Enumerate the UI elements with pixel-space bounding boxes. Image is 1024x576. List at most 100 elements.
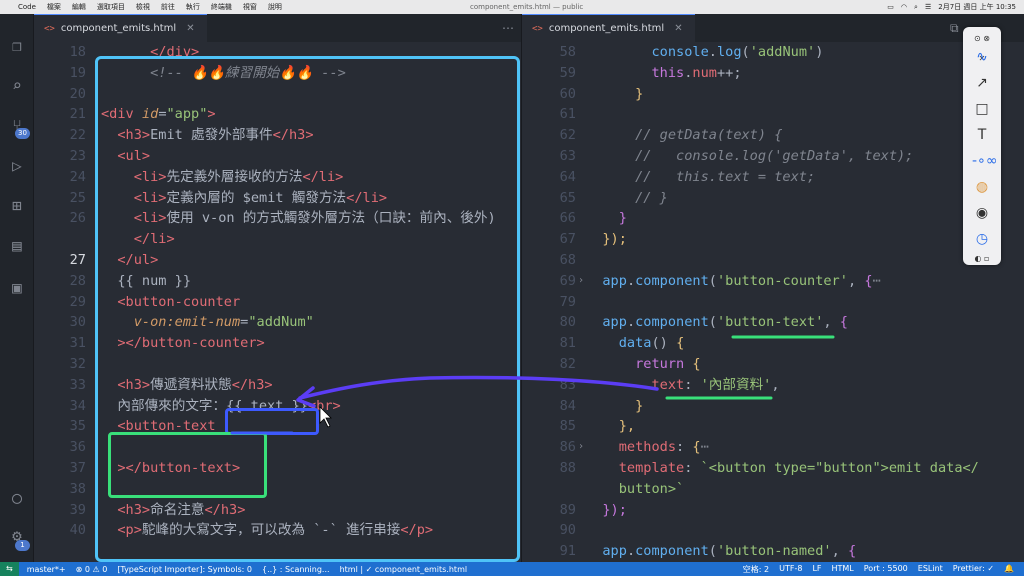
menu-item-view[interactable]: 檢視: [136, 2, 150, 12]
code-line[interactable]: 63 // console.log('getData', text);: [522, 146, 1024, 167]
code-line[interactable]: 82 return {: [522, 354, 1024, 375]
code-line[interactable]: 37 ></button-text>: [34, 458, 521, 479]
split-editor-icon[interactable]: ⧉: [950, 21, 959, 36]
code-line[interactable]: </li>: [34, 229, 521, 250]
code-line[interactable]: 91 app.component('button-named', {: [522, 541, 1024, 562]
menu-item-edit[interactable]: 編輯: [72, 2, 86, 12]
code-line[interactable]: 18 </div>: [34, 42, 521, 63]
code-line[interactable]: 26 <li>使用 v-on 的方式觸發外層方法（口訣：前內、後外): [34, 208, 521, 229]
indentation-setting[interactable]: 空格: 2: [743, 564, 769, 575]
pen-tool-icon[interactable]: ∿: [972, 47, 992, 67]
toolbar-footer-icon[interactable]: ◐ ▫: [972, 249, 992, 269]
text-tool-icon[interactable]: T: [972, 125, 992, 145]
control-center-icon[interactable]: ☰: [925, 3, 931, 11]
code-line[interactable]: 64 // this.text = text;: [522, 167, 1024, 188]
menu-item-run[interactable]: 執行: [186, 2, 200, 12]
code-line[interactable]: 31 ></button-counter>: [34, 333, 521, 354]
language-mode[interactable]: HTML: [832, 564, 854, 575]
ts-importer-status[interactable]: [TypeScript Importer]: Symbols: 0: [117, 565, 252, 574]
wifi-icon[interactable]: ◠: [901, 3, 907, 11]
code-line[interactable]: 36: [34, 437, 521, 458]
code-line[interactable]: 90: [522, 520, 1024, 541]
menu-item-help[interactable]: 說明: [268, 2, 282, 12]
code-line[interactable]: 83 text: '內部資料',: [522, 375, 1024, 396]
live-server-port[interactable]: Port : 5500: [864, 564, 908, 575]
code-line[interactable]: button>`: [522, 479, 1024, 500]
code-line[interactable]: 40 <p>駝峰的大寫文字，可以改為 `-` 進行串接</p>: [34, 520, 521, 541]
code-editor-left[interactable]: 18 </div> 19 <!-- 🔥🔥練習開始🔥🔥 --> 20 21 <div id…: [34, 42, 521, 541]
code-line[interactable]: 59 this.num++;: [522, 63, 1024, 84]
encoding-setting[interactable]: UTF-8: [779, 564, 802, 575]
code-line[interactable]: 84 }: [522, 396, 1024, 417]
extensions-icon[interactable]: ⊞: [7, 196, 27, 216]
code-line[interactable]: 89 });: [522, 500, 1024, 521]
explorer-icon[interactable]: ❐: [7, 36, 27, 56]
language-crumb[interactable]: html | ✓ component_emits.html: [340, 565, 468, 574]
terminal-icon[interactable]: ▣: [7, 278, 27, 298]
account-icon[interactable]: ◯: [7, 488, 27, 508]
notifications-bell-icon[interactable]: 🔔: [1004, 564, 1014, 575]
code-line[interactable]: 38: [34, 479, 521, 500]
color-picker-icon[interactable]: ◍: [972, 177, 992, 197]
code-line[interactable]: 34 內部傳來的文字：{{ text }}<br>: [34, 396, 521, 417]
toolbar-options-icon[interactable]: ⊙ ⊗ ✕: [972, 29, 992, 63]
code-line[interactable]: 65 // }: [522, 188, 1024, 209]
code-line[interactable]: 25 <li>定義內層的 $emit 觸發方法</li>: [34, 188, 521, 209]
code-line[interactable]: 60 }: [522, 84, 1024, 105]
code-line[interactable]: 28 {{ num }}: [34, 271, 521, 292]
rectangle-tool-icon[interactable]: □: [972, 99, 992, 119]
battery-icon[interactable]: ▭: [887, 3, 894, 11]
run-debug-icon[interactable]: ▷: [7, 156, 27, 176]
scanning-status[interactable]: {..} : Scanning...: [262, 565, 330, 574]
code-editor-right[interactable]: 58 console.log('addNum') 59 this.num++; 60…: [522, 42, 1024, 562]
editor-tab-right[interactable]: <> component_emits.html ✕: [522, 14, 695, 42]
arrow-tool-icon[interactable]: ↗: [972, 73, 992, 93]
code-line[interactable]: 39 <h3>命名注意</h3>: [34, 500, 521, 521]
eslint-status[interactable]: ESLint: [918, 564, 943, 575]
remote-indicator-icon[interactable]: ⇆: [0, 562, 19, 576]
eol-setting[interactable]: LF: [812, 564, 821, 575]
menu-item-selection[interactable]: 選取項目: [97, 2, 125, 12]
prettier-status[interactable]: Prettier: ✓: [953, 564, 994, 575]
menu-item-go[interactable]: 前往: [161, 2, 175, 12]
code-line[interactable]: 69 › app.component('button-counter', {⋯: [522, 271, 1024, 292]
git-branch[interactable]: master*+: [27, 565, 66, 574]
fold-chevron-icon[interactable]: ›: [578, 271, 584, 292]
code-line[interactable]: 81 data() {: [522, 333, 1024, 354]
code-line[interactable]: 88 template: `<button type="button">emit…: [522, 458, 1024, 479]
menu-item-file[interactable]: 檔案: [47, 2, 61, 12]
search-icon[interactable]: ⌕: [7, 76, 27, 96]
close-icon[interactable]: ✕: [186, 23, 194, 34]
fold-chevron-icon[interactable]: ›: [578, 437, 584, 458]
code-line[interactable]: 67 });: [522, 229, 1024, 250]
code-line[interactable]: 27 </ul>: [34, 250, 521, 271]
code-line[interactable]: 24 <li>先定義外層接收的方法</li>: [34, 167, 521, 188]
code-line[interactable]: 32: [34, 354, 521, 375]
close-icon[interactable]: ✕: [674, 23, 682, 34]
code-line[interactable]: 21 <div id="app">: [34, 104, 521, 125]
folder-icon[interactable]: ▤: [7, 236, 27, 256]
menu-app-name[interactable]: Code: [18, 3, 36, 11]
code-line[interactable]: 85 },: [522, 416, 1024, 437]
problems-count[interactable]: ⊗ 0 ⚠ 0: [76, 565, 108, 574]
line-width-icon[interactable]: -∘∞: [972, 151, 997, 171]
editor-tab-left[interactable]: <> component_emits.html ✕: [34, 14, 207, 42]
code-line[interactable]: 79: [522, 292, 1024, 313]
code-line[interactable]: 68: [522, 250, 1024, 271]
timer-icon[interactable]: ◷: [972, 229, 992, 249]
menu-item-window[interactable]: 視窗: [243, 2, 257, 12]
code-line[interactable]: 62 // getData(text) {: [522, 125, 1024, 146]
code-line[interactable]: 29 <button-counter: [34, 292, 521, 313]
search-icon[interactable]: ⌕: [914, 3, 918, 12]
code-line[interactable]: 58 console.log('addNum'): [522, 42, 1024, 63]
code-line[interactable]: 33 <h3>傳遞資料狀態</h3>: [34, 375, 521, 396]
code-line[interactable]: 61: [522, 104, 1024, 125]
spotlight-tool-icon[interactable]: ◉: [972, 203, 992, 223]
code-line[interactable]: 30 v-on:emit-num="addNum": [34, 312, 521, 333]
code-line[interactable]: 86 › methods: {⋯: [522, 437, 1024, 458]
code-line[interactable]: 20: [34, 84, 521, 105]
code-line[interactable]: 22 <h3>Emit 處發外部事件</h3>: [34, 125, 521, 146]
code-line[interactable]: 66 }: [522, 208, 1024, 229]
code-line[interactable]: 35 <button-text: [34, 416, 521, 437]
more-actions-icon[interactable]: ⋯: [502, 21, 514, 35]
